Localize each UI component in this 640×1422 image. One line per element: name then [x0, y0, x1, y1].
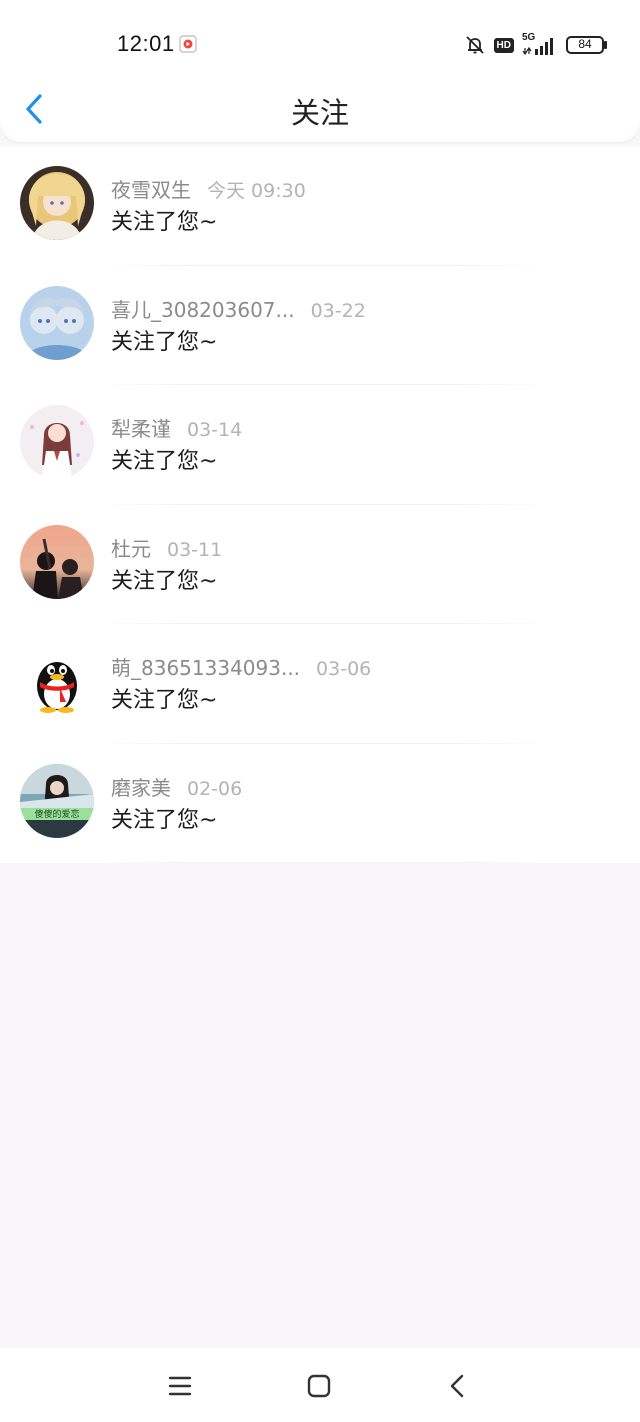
follower-name-text: 磨家美 — [111, 775, 171, 800]
network-signal: 5G — [522, 32, 558, 56]
follow-message: 关注了您~ — [111, 688, 218, 713]
page-header: 关注 — [0, 80, 640, 142]
system-back-button[interactable] — [444, 1372, 472, 1400]
avatar-overlay-text: 傻傻的爱恋 — [34, 808, 79, 820]
follower-name-text: 杜元 — [111, 536, 151, 561]
divider — [100, 862, 545, 863]
follower-name: 磨家美 02-06 — [111, 772, 242, 801]
follower-name-text: 喜儿_308203607... — [111, 297, 295, 322]
list-item[interactable]: 夜雪双生 今天 09:30 关注了您~ — [0, 146, 640, 266]
avatar[interactable]: 傻傻的爱恋 — [20, 763, 94, 838]
app-notification-icon — [179, 35, 197, 53]
follow-message: 关注了您~ — [111, 568, 218, 594]
avatar[interactable] — [20, 524, 94, 599]
follower-list: 夜雪双生 今天 09:30 关注了您~ 喜儿_308203607... 03-22 … — [0, 146, 640, 863]
status-bar: 12:01 HD 5G 84 — [0, 0, 640, 80]
follow-date: 02-06 — [187, 777, 243, 800]
follower-name: 萌_83651334093... 03-06 — [111, 652, 371, 681]
mute-bell-icon — [465, 36, 484, 54]
follow-date: 今天 09:30 — [207, 180, 306, 202]
list-item[interactable]: 犁柔谨 03-14 关注了您~ — [0, 385, 640, 505]
follow-message: 关注了您~ — [111, 807, 218, 833]
follow-date: 03-06 — [316, 658, 372, 680]
chevron-left-icon — [450, 1374, 464, 1398]
list-item[interactable]: 萌_83651334093... 03-06 关注了您~ — [0, 624, 640, 744]
system-nav-bar — [0, 1348, 640, 1422]
menu-icon — [168, 1376, 192, 1396]
follower-name: 犁柔谨 03-14 — [111, 413, 242, 442]
avatar[interactable] — [20, 166, 94, 240]
avatar[interactable] — [20, 405, 94, 479]
follow-date: 03-11 — [167, 538, 223, 561]
home-button[interactable] — [305, 1372, 333, 1400]
follow-date: 03-14 — [187, 419, 243, 441]
follower-name-text: 犁柔谨 — [111, 417, 171, 441]
page-title: 关注 — [290, 96, 349, 130]
follower-name: 杜元 03-11 — [111, 533, 222, 562]
battery-indicator: 84 — [566, 36, 607, 54]
menu-button[interactable] — [166, 1372, 194, 1400]
follower-name: 夜雪双生 今天 09:30 — [111, 174, 306, 203]
signal-bars-icon — [522, 38, 553, 56]
list-item[interactable]: 喜儿_308203607... 03-22 关注了您~ — [0, 266, 640, 385]
follow-message: 关注了您~ — [111, 210, 218, 235]
follow-message: 关注了您~ — [111, 449, 218, 474]
home-square-icon — [307, 1374, 331, 1398]
avatar[interactable] — [20, 285, 94, 360]
follower-name-text: 萌_83651334093... — [111, 656, 301, 680]
status-icons: HD 5G 84 — [464, 32, 607, 58]
hd-badge: HD — [493, 37, 514, 53]
list-item[interactable]: 傻傻的爱恋 磨家美 02-06 关注了您~ — [0, 744, 640, 863]
follow-message: 关注了您~ — [111, 329, 218, 355]
follow-date: 03-22 — [310, 299, 366, 322]
status-time: 12:01 — [117, 31, 175, 56]
follower-name: 喜儿_308203607... 03-22 — [111, 294, 366, 323]
list-item[interactable]: 杜元 03-11 关注了您~ — [0, 505, 640, 624]
battery-level: 84 — [578, 37, 592, 51]
qq-penguin-icon — [20, 644, 94, 718]
follower-name-text: 夜雪双生 — [111, 178, 191, 202]
avatar[interactable] — [20, 644, 94, 718]
